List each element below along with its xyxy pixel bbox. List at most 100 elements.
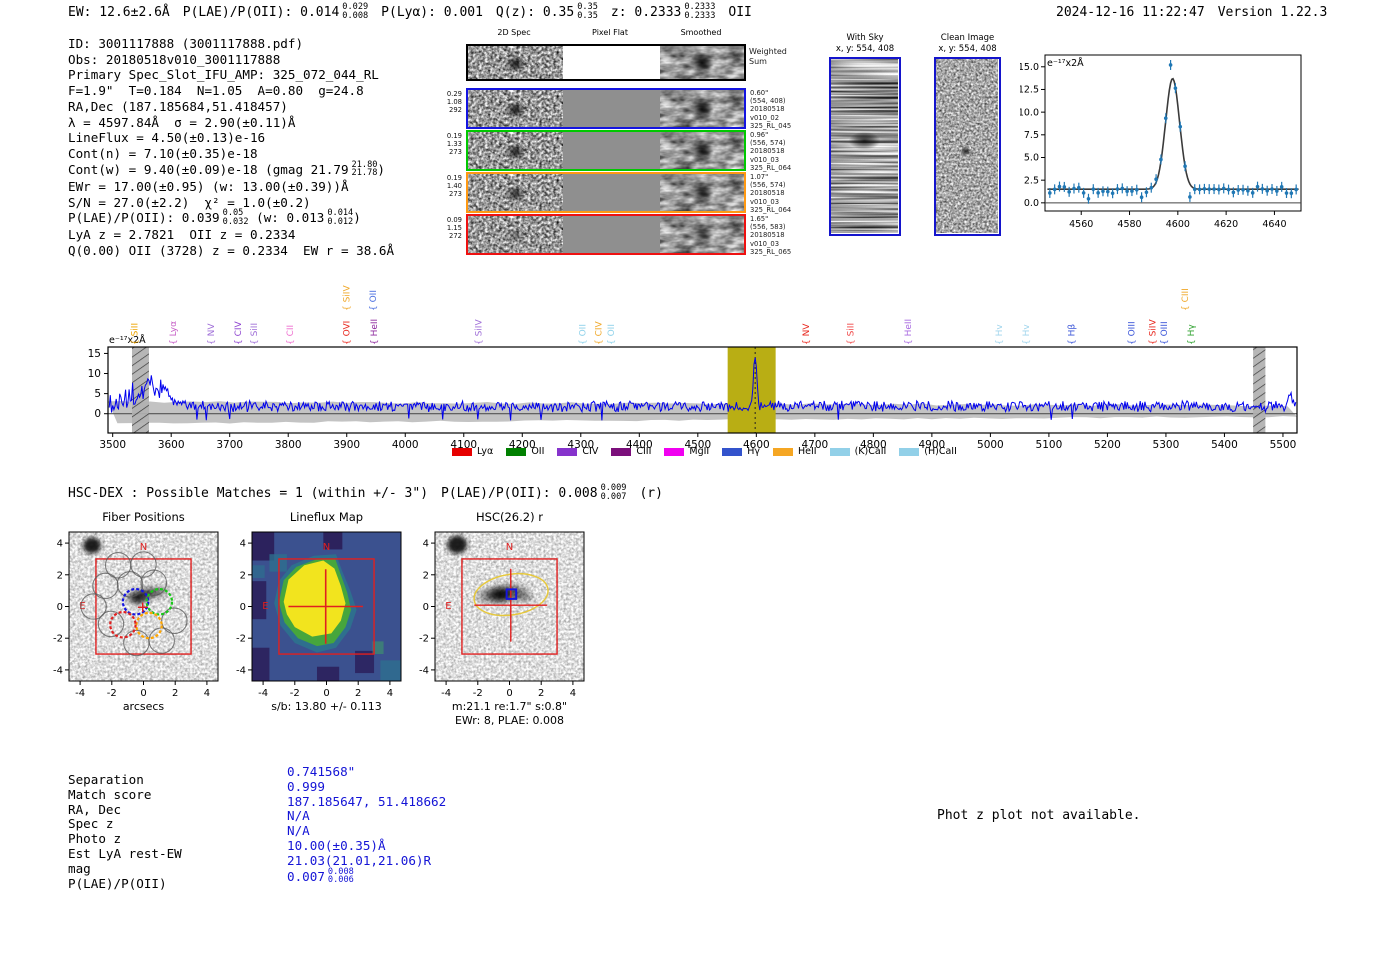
line-marker-label: { OIII [1160,321,1170,345]
data-point [1086,196,1091,201]
info-segment: ) [377,162,385,177]
match-row-label: Spec z [68,816,114,832]
tick-label: 4 [387,688,393,699]
match-row-label: Est LyA rest-EW [68,845,182,861]
text-run: λ = 4597.84Å σ = 2.90(±0.11)Å [68,114,296,130]
match-table-labels: Separation Match score RA, Dec Spec z Photo … [68,772,182,891]
stacked-uncertainty: 21.80 21.78 [352,161,378,178]
spec-strip-spec [468,46,563,79]
legend-label: Hγ [747,446,760,457]
data-point [1052,187,1057,192]
text-run: Q(z): 0.35 [495,5,575,21]
target-galaxy-core [485,585,514,604]
data-point [1178,124,1183,129]
text-run: S/N = 27.0(±2.2) χ² = 1.0(±0.2) [68,194,311,210]
elixer-report-page: EW: 12.6±2.6Å P(LAE)/P(OII): 0.014 0.029 0.… [0,0,1400,953]
legend-item: Lyα [452,446,493,457]
tick-label: -4 [258,688,268,699]
match-value-text: N/A [287,823,310,839]
tick-label: 5000 [977,439,1004,451]
tick-label: 5100 [1036,439,1063,451]
lower-value: 21.78 [351,168,378,179]
text-run: HSC-DEX : Possible Matches = 1 (within +… [68,486,429,502]
spec-strip-flat [563,132,660,169]
clean-image-coords: x, y: 554, 408 [938,44,997,54]
data-point [1260,187,1265,191]
fiber_positions-svg: Fiber Positions NE -4 -2 0 2 4 -4 -2 0 2 4 arcsecs [53,510,219,713]
data-point [1168,63,1173,67]
tick-label: -4 [75,688,85,699]
info-line: LineFlux = 4.50(±0.13)e-16 [68,130,394,146]
text-run: Cont(n) = 7.10(±0.35)e-18 [68,145,258,161]
match-row-label: RA, Dec [68,801,122,817]
tick-label: 4620 [1214,219,1238,230]
cutout-title: Lineflux Map [290,510,363,524]
legend-swatch [722,447,743,456]
heatmap-patch [380,660,401,681]
data-point [1101,189,1105,194]
unit-label: e⁻¹⁷x2Å [1047,57,1084,69]
tick-label: 0 [94,408,101,420]
tick-label: 4560 [1069,219,1093,230]
line-fit-svg: 4560 4580 4600 4620 4640 0.0 2.5 5.0 7.5 10.0 12.5… [1018,54,1302,230]
text-run: OII [728,5,752,21]
cutout-content: NE [69,532,218,681]
info-segment: P(LAE)/P(OII): 0.039 0.05 0.032 [68,209,249,226]
header-summary: EW: 12.6±2.6Å P(LAE)/P(OII): 0.014 0.029 0.… [68,3,765,21]
data-point [1207,187,1212,191]
match-row-value: 0.999 [287,779,446,795]
data-point [1294,187,1298,192]
legend-label: HeII [798,446,817,457]
source-blob [690,52,714,75]
match-row-label: Photo z [68,831,122,847]
data-point [1192,187,1197,192]
info-segment: λ = 4597.84Å σ = 2.90(±0.11)Å [68,115,295,130]
line-marker-label: { OIII [1127,321,1137,345]
data-point [1246,188,1250,193]
neighbor-object [82,537,101,554]
source-blob [848,131,881,150]
legend-swatch [829,447,850,456]
data-point [1159,157,1163,162]
tick-label: -4 [53,665,63,676]
match-value-text: N/A [287,808,310,824]
spec2d-cell-pixelflat [563,46,660,79]
data-point [1072,186,1076,191]
info-line: EWr = 17.00(±0.95) (w: 13.00(±0.39))Å [68,179,394,195]
data-point [1202,187,1207,191]
header-segment: P(LAE)/P(OII): 0.014 0.029 0.008 [183,3,368,20]
clean-image-image [934,57,1001,236]
line-marker-label: { Lyα [169,321,179,345]
line-marker-label: { Hγ [1187,324,1197,345]
text-run: F=1.9" T=0.184 N=1.05 A=0.80 g=24.8 [68,83,364,99]
legend-item: (K)CaII [829,446,886,457]
text-run: P(Lyα): 0.001 [381,5,483,21]
match-value-text: 10.00(±0.35)Å [287,837,386,853]
header-segment: EW: 12.6±2.6Å [68,5,170,20]
tick-label: 5300 [1153,439,1180,451]
info-segment: F=1.9" T=0.184 N=1.05 A=0.80 g=24.8 [68,83,364,98]
line-marker-label: { SiIV [474,319,484,345]
text-run: Cont(w) = 9.40(±0.09)e-18 (gmag 21.79 [68,161,349,177]
info-line: F=1.9" T=0.184 N=1.05 A=0.80 g=24.8 [68,83,394,99]
tick-label: 10.0 [1020,107,1039,118]
line-marker-label: { HeII [904,319,914,345]
tick-label: 5500 [1270,439,1297,451]
cutout-xlabel2: EWr: 8, PLAE: 0.008 [455,714,564,727]
lineflux_map-svg: Lineflux MapNE-4 -2 0 2 4-4-2024s/b: 13.80 +… [236,510,402,713]
spec2d-column-title: Pixel Flat [592,28,628,37]
spec-strip-clean [936,59,998,233]
legend-swatch [452,447,472,456]
data-point [1091,187,1096,191]
spec2d-cell-2dspec [468,132,563,169]
match-row-label: Separation [68,772,144,787]
data-point [1096,191,1100,195]
legend-label: MgII [689,446,710,457]
data-point [1265,188,1269,193]
lineflux-map-panel: Lineflux Map N E -4 -2 0 2 4 -4 -2 0 2 4 s/b: 13.80 +… [231,506,421,734]
line-marker-label: { NV [207,323,217,345]
header-segment: Q(z): 0.35 0.35 0.35 [495,3,598,21]
tick-label: 3900 [333,439,360,451]
spec2d-row [466,172,746,213]
data-point [1270,187,1274,191]
